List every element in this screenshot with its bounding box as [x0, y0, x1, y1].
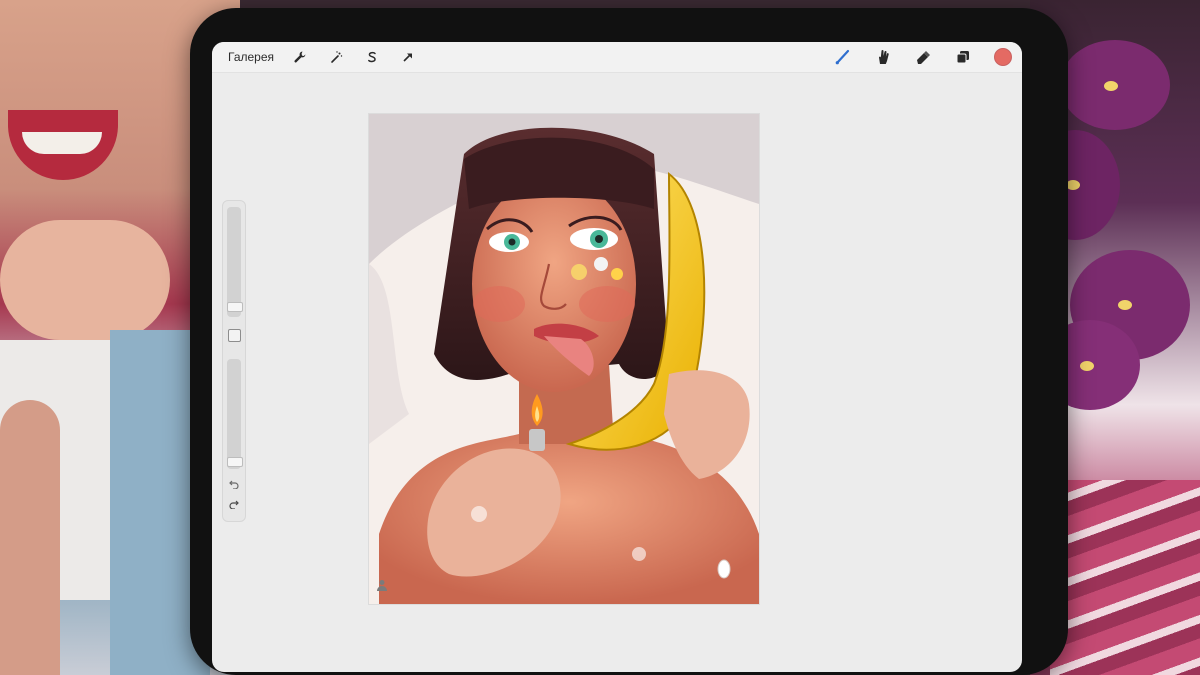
square-icon[interactable]	[228, 329, 241, 342]
procreate-screen: Галерея	[212, 42, 1022, 672]
brush-size-thumb[interactable]	[227, 302, 243, 312]
drawing-canvas[interactable]	[369, 114, 759, 604]
background-finger	[0, 400, 60, 675]
background-rug	[1050, 480, 1200, 675]
illustration-portrait	[369, 114, 759, 604]
layers-icon[interactable]	[950, 44, 976, 70]
selection-s-icon[interactable]	[360, 45, 384, 69]
magic-wand-icon[interactable]	[324, 45, 348, 69]
eraser-icon[interactable]	[910, 44, 936, 70]
brush-size-slider[interactable]	[227, 207, 243, 317]
ipad-device: Галерея	[190, 8, 1068, 675]
brush-opacity-thumb[interactable]	[227, 457, 243, 467]
wrench-icon[interactable]	[288, 45, 312, 69]
gallery-button[interactable]: Галерея	[228, 50, 274, 64]
person-icon[interactable]	[375, 578, 389, 592]
left-sidebar	[222, 200, 246, 522]
redo-arrow-icon[interactable]	[227, 497, 241, 511]
smudge-finger-icon[interactable]	[870, 44, 896, 70]
top-toolbar: Галерея	[212, 42, 1022, 73]
undo-arrow-icon[interactable]	[227, 477, 241, 491]
active-color-swatch[interactable]	[994, 48, 1012, 66]
brush-opacity-slider[interactable]	[227, 359, 243, 469]
brush-icon[interactable]	[830, 44, 856, 70]
background-teeth	[22, 132, 102, 154]
arrow-cursor-icon[interactable]	[396, 45, 420, 69]
background-hand	[0, 220, 170, 340]
orchid-petal	[1060, 40, 1170, 130]
